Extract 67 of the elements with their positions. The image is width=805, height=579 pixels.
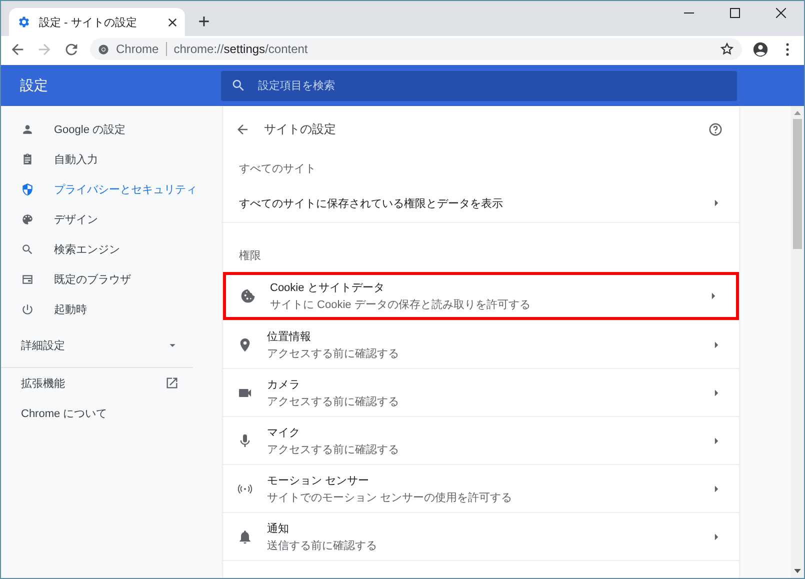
permission-description: アクセスする前に確認する — [267, 442, 400, 456]
browser-tab[interactable]: 設定 - サイトの設定 — [9, 8, 185, 36]
advanced-settings-toggle[interactable]: 詳細設定 — [1, 330, 221, 360]
maximize-icon[interactable] — [730, 8, 740, 18]
scrollbar-thumb[interactable] — [793, 119, 802, 249]
back-arrow-icon[interactable] — [235, 122, 250, 136]
sidebar-item[interactable]: Google の設定 — [1, 114, 221, 144]
palette-icon — [21, 212, 34, 226]
permission-title: Cookie とサイトデータ — [270, 281, 386, 295]
permission-description: 送信する前に確認する — [267, 538, 378, 552]
sidebar-item[interactable]: デザイン — [1, 204, 221, 234]
bell-icon — [237, 528, 253, 544]
sidebar-item[interactable]: 検索エンジン — [1, 234, 221, 264]
shield-icon — [21, 182, 34, 196]
clipboard-icon — [21, 152, 34, 166]
permission-description: アクセスする前に確認する — [267, 394, 400, 408]
permission-description: サイトに Cookie データの保存と読み取りを許可する — [270, 298, 532, 312]
close-icon[interactable] — [776, 8, 786, 18]
site-label: Chrome — [116, 42, 159, 56]
permission-item[interactable]: モーション センサー サイトでのモーション センサーの使用を許可する — [223, 464, 739, 512]
list-item[interactable]: すべてのサイトに保存されている権限とデータを表示 — [223, 184, 739, 223]
scrollbar[interactable] — [791, 106, 804, 578]
search-field[interactable]: 設定項目を検索 — [221, 70, 737, 100]
permission-title: 通知 — [267, 522, 290, 536]
scroll-down-icon[interactable] — [794, 569, 801, 574]
search-icon — [21, 242, 34, 256]
sidebar-item[interactable]: 自動入力 — [1, 144, 221, 174]
browser-icon — [21, 272, 34, 286]
url-text: chrome://settings/content — [174, 42, 308, 56]
chevron-right-icon — [714, 436, 719, 444]
new-tab-button[interactable]: + — [189, 8, 219, 36]
permission-title: カメラ — [267, 378, 301, 392]
close-icon[interactable] — [168, 18, 177, 26]
gear-icon — [17, 15, 31, 29]
permission-title: 位置情報 — [267, 330, 312, 344]
help-icon[interactable] — [708, 122, 723, 136]
permission-item[interactable]: 位置情報 アクセスする前に確認する — [223, 320, 739, 368]
chevron-right-icon — [711, 292, 716, 300]
permission-description: サイトでのモーション センサーの使用を許可する — [267, 490, 514, 504]
person-icon — [21, 122, 34, 136]
sidebar-link[interactable]: 拡張機能 — [1, 368, 221, 398]
profile-icon[interactable] — [752, 40, 769, 58]
section-heading: 権限 — [238, 248, 262, 264]
search-icon — [231, 78, 246, 92]
section-heading: すべてのサイト — [238, 162, 317, 176]
chevron-right-icon — [714, 199, 719, 207]
permission-description: アクセスする前に確認する — [267, 346, 400, 360]
power-icon — [21, 302, 34, 316]
address-bar[interactable]: Chrome chrome://settings/content — [90, 38, 742, 60]
permission-item[interactable]: カメラ アクセスする前に確認する — [223, 368, 739, 416]
permission-title: マイク — [267, 426, 301, 440]
sidebar-item[interactable]: 既定のブラウザ — [1, 264, 221, 294]
permission-item[interactable]: 通知 送信する前に確認する — [223, 512, 739, 560]
sidebar-item[interactable]: プライバシーとセキュリティ — [1, 174, 221, 204]
sidebar-item[interactable]: 起動時 — [1, 294, 221, 324]
star-icon[interactable] — [720, 42, 734, 56]
permission-item[interactable]: Cookie とサイトデータ サイトに Cookie データの保存と読み取りを許可する — [223, 272, 739, 320]
chevron-right-icon — [714, 388, 719, 396]
permission-item[interactable]: マイク アクセスする前に確認する — [223, 416, 739, 464]
chevron-right-icon — [714, 340, 719, 348]
permission-title: モーション センサー — [267, 474, 370, 488]
chevron-right-icon — [714, 532, 719, 540]
cookie-icon — [240, 288, 256, 304]
sidebar-link[interactable]: Chrome について — [1, 398, 221, 428]
page-title: 設定 — [19, 76, 49, 94]
section-title: サイトの設定 — [264, 120, 336, 138]
chevron-right-icon — [714, 484, 719, 492]
